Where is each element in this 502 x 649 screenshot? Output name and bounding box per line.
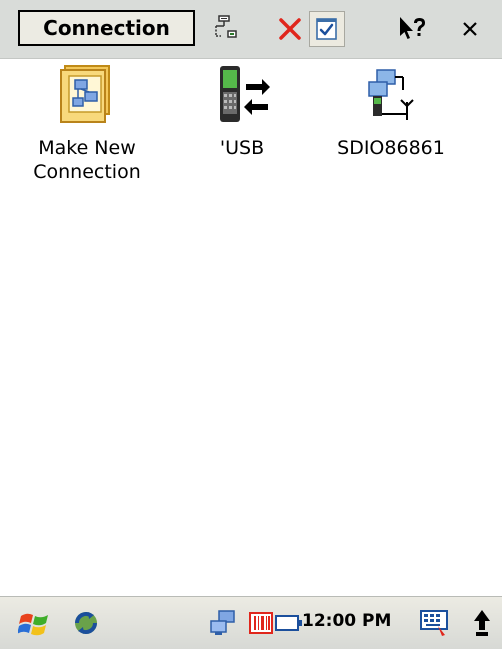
wireless-adapter-icon (368, 69, 414, 120)
taskbar: 12:00 PM (0, 596, 502, 649)
barcode-scanner-icon[interactable] (246, 605, 276, 641)
start-flag-icon[interactable] (14, 605, 56, 641)
connection-label: 'USB (219, 137, 265, 159)
keyboard-icon[interactable] (416, 605, 452, 641)
properties-checkbox-icon[interactable] (309, 11, 345, 47)
connection-item-sdio[interactable]: SDIO86861 (316, 62, 466, 160)
delete-icon[interactable] (272, 11, 308, 47)
clock[interactable]: 12:00 PM (302, 609, 391, 633)
title-menu-button[interactable]: Connection (18, 10, 195, 46)
make-new-connection-icon (60, 65, 110, 123)
top-toolbar: Connection (0, 0, 502, 59)
help-icon[interactable] (394, 11, 430, 47)
usb-sync-icon (220, 66, 270, 122)
network-tray-icon[interactable] (207, 605, 239, 641)
network-properties-icon[interactable] (207, 11, 243, 47)
connection-label: Make New Connection (33, 137, 141, 183)
connection-label: SDIO86861 (337, 137, 445, 159)
connection-item-make-new[interactable]: Make New Connection (12, 62, 162, 184)
close-icon[interactable] (452, 11, 488, 47)
battery-icon[interactable] (275, 605, 303, 641)
connection-item-usb[interactable]: 'USB (167, 62, 317, 160)
activesync-icon[interactable] (68, 605, 104, 641)
up-arrow-icon[interactable] (470, 605, 494, 641)
